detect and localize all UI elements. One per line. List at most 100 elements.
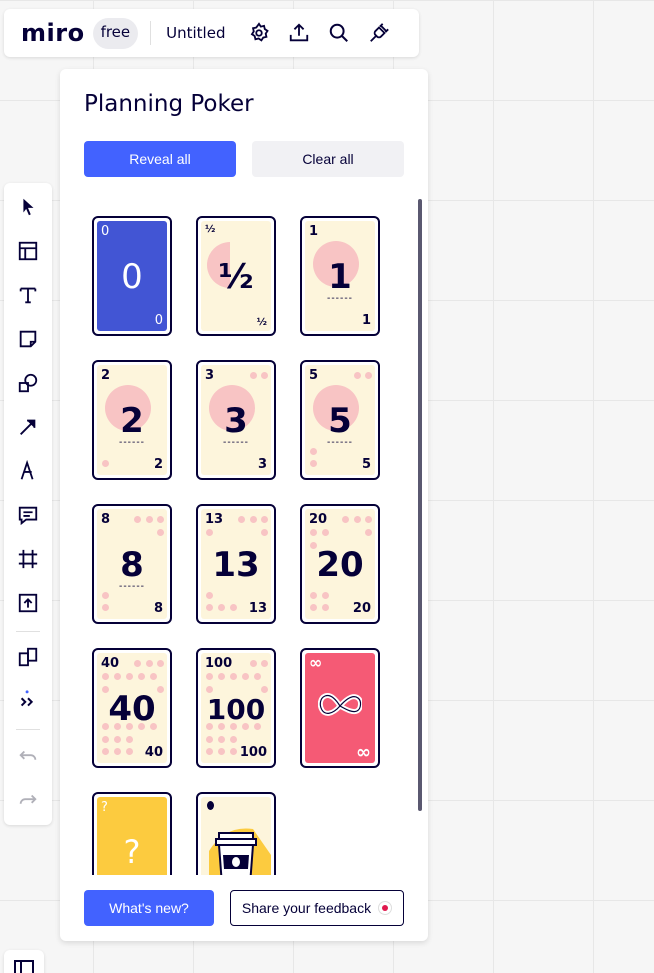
card-pip	[322, 604, 329, 611]
card-corner-label: 40	[144, 745, 163, 760]
card-1[interactable]: 1 1 ------ 1	[300, 216, 380, 336]
settings-icon[interactable]	[239, 13, 279, 53]
undo-icon[interactable]	[4, 740, 52, 774]
top-toolbar: miro free Untitled	[4, 9, 419, 57]
card-pip	[365, 529, 372, 536]
card-corner-label: ∞	[309, 653, 323, 672]
card-pip	[230, 723, 237, 730]
apps-icon[interactable]	[4, 640, 52, 674]
card-coffee[interactable]	[196, 792, 276, 875]
card-question[interactable]: ? ?	[92, 792, 172, 875]
card-3[interactable]: 3 3 ------ 3	[196, 360, 276, 480]
card-pip	[218, 748, 225, 755]
card-40[interactable]: 40 40 40	[92, 648, 172, 768]
card-8[interactable]: 8 8 ------ 8	[92, 504, 172, 624]
card-corner-label: 3	[257, 457, 267, 472]
coffee-cup-icon	[209, 828, 271, 875]
card-pip	[218, 736, 225, 743]
card-pip	[254, 723, 261, 730]
card-infinity[interactable]: ∞ ∞	[300, 648, 380, 768]
card-2[interactable]: 2 2 ------ 2	[92, 360, 172, 480]
whats-new-button[interactable]: What's new?	[84, 890, 214, 926]
card-corner-label: 5	[361, 457, 371, 472]
card-pip	[254, 673, 261, 680]
card-pip	[102, 736, 109, 743]
card-value: ½	[218, 257, 254, 297]
card-pip	[230, 748, 237, 755]
share-feedback-button[interactable]: Share your feedback	[230, 890, 404, 926]
card-pip	[230, 736, 237, 743]
card-corner-label: 0	[154, 313, 163, 328]
card-pip	[102, 604, 109, 611]
templates-icon[interactable]	[4, 234, 52, 268]
select-cursor-icon[interactable]	[4, 190, 52, 224]
card-corner-label: 13	[205, 512, 224, 527]
infinity-icon	[318, 693, 362, 716]
card-grid: 0 0 0 ½ ½ ½ 1 1 ------ 1 2 2 ------ 2 3 …	[60, 199, 428, 875]
board-title[interactable]: Untitled	[166, 24, 225, 42]
card-value: 1	[328, 257, 352, 297]
card-pip	[138, 723, 145, 730]
sticky-note-icon[interactable]	[4, 322, 52, 356]
card-pip	[150, 723, 157, 730]
card-pip	[261, 686, 268, 693]
card-0[interactable]: 0 0 0	[92, 216, 172, 336]
comment-icon[interactable]	[4, 498, 52, 532]
plugin-icon[interactable]	[359, 13, 399, 53]
card-20[interactable]: 20 20 20	[300, 504, 380, 624]
card-pip	[150, 673, 157, 680]
card-corner-label: 8	[153, 601, 163, 616]
shapes-icon[interactable]	[4, 366, 52, 400]
card-pip	[138, 673, 145, 680]
card-13[interactable]: 13 13 13	[196, 504, 276, 624]
search-icon[interactable]	[319, 13, 359, 53]
clear-all-button[interactable]: Clear all	[252, 141, 404, 177]
card-dashes: ------	[223, 437, 249, 448]
card-corner-label: 0	[101, 224, 110, 239]
card-corner-label: 2	[153, 457, 163, 472]
card-pip	[322, 529, 329, 536]
redo-icon[interactable]	[4, 784, 52, 818]
card-pip	[102, 460, 109, 467]
card-pip	[157, 516, 164, 523]
card-pip	[102, 673, 109, 680]
card-pip	[114, 736, 121, 743]
card-pip	[230, 604, 237, 611]
card-corner-label: 3	[205, 368, 215, 383]
card-pip	[126, 723, 133, 730]
upload-icon[interactable]	[4, 586, 52, 620]
board-panel-toggle[interactable]	[4, 950, 44, 973]
panel-title: Planning Poker	[84, 91, 254, 117]
card-half[interactable]: ½ ½ ½	[196, 216, 276, 336]
card-pip	[238, 516, 245, 523]
card-pip	[310, 448, 317, 455]
card-corner-label: 40	[101, 656, 120, 671]
card-corner-label: 100	[205, 656, 233, 671]
card-pip	[310, 529, 317, 536]
frame-icon[interactable]	[4, 542, 52, 576]
panel-scrollbar[interactable]	[418, 199, 422, 811]
arrow-line-icon[interactable]	[4, 410, 52, 444]
toolbar-separator	[16, 631, 40, 632]
plan-badge[interactable]: free	[92, 17, 139, 49]
more-tools-icon[interactable]	[4, 684, 52, 718]
text-icon[interactable]	[4, 278, 52, 312]
card-corner-label: 20	[309, 512, 328, 527]
card-5[interactable]: 5 5 ------ 5	[300, 360, 380, 480]
card-dashes: ------	[119, 581, 145, 592]
card-100[interactable]: 100 100 100	[196, 648, 276, 768]
upload-icon[interactable]	[279, 13, 319, 53]
card-pip	[157, 660, 164, 667]
miro-logo[interactable]: miro	[21, 19, 85, 47]
card-pip	[250, 660, 257, 667]
coffee-bean-icon	[207, 801, 214, 810]
card-value: 100	[206, 693, 266, 726]
card-corner-label: 5	[309, 368, 319, 383]
card-pip	[102, 723, 109, 730]
reveal-all-button[interactable]: Reveal all	[84, 141, 236, 177]
card-corner-label: 2	[101, 368, 111, 383]
card-pip	[206, 723, 213, 730]
pen-icon[interactable]	[4, 454, 52, 488]
card-pip	[310, 592, 317, 599]
card-pip	[218, 604, 225, 611]
